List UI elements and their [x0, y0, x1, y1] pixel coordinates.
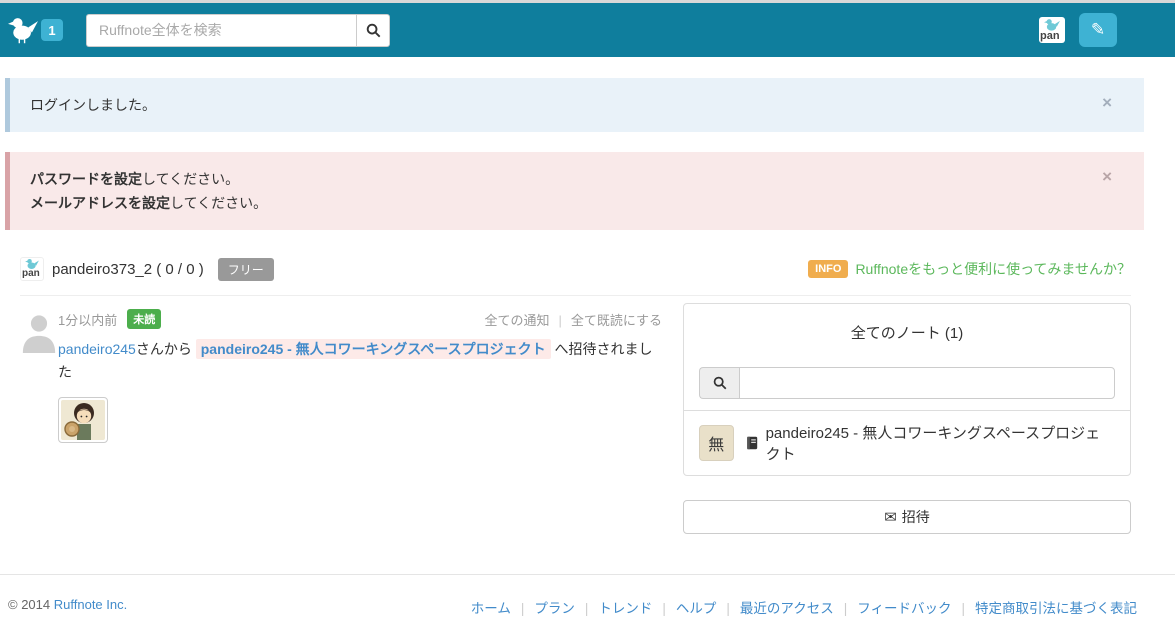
notification-message: pandeiro245さんから pandeiro245 - 無人コワーキングスペ… — [58, 338, 662, 384]
note-list-item[interactable]: 無 pandeiro245 - 無人コワーキングスペースプロジェクト — [684, 410, 1130, 475]
notification-time: 1分以内前 — [58, 312, 118, 328]
user-avatar-small[interactable]: pan — [20, 257, 44, 281]
warning-line: メールアドレスを設定してください。 — [30, 191, 1124, 215]
copyright: © 2014 Ruffnote Inc. — [8, 597, 127, 612]
warning-line-rest: してください。 — [142, 171, 240, 187]
mark-all-read-link[interactable]: 全て既読にする — [571, 313, 662, 328]
pandeiro-avatar-illustration — [61, 400, 105, 440]
user-bar-right: INFO Ruffnoteをもっと便利に使ってみませんか？ — [808, 259, 1131, 279]
notes-search — [699, 367, 1115, 399]
login-alert-text: ログインしました。 — [30, 97, 156, 113]
invited-note-link[interactable]: pandeiro245 - 無人コワーキングスペースプロジェクト — [195, 339, 551, 359]
company-link[interactable]: Ruffnote Inc. — [54, 597, 127, 612]
invite-button[interactable]: ✉ 招待 — [683, 500, 1131, 534]
footer-link-plan[interactable]: プラン — [534, 601, 575, 616]
message-middle: さんから — [135, 341, 196, 357]
notes-search-input[interactable] — [739, 367, 1115, 399]
notification-meta-left: 1分以内前 未読 — [58, 309, 162, 329]
warning-line: パスワードを設定してください。 — [30, 167, 1124, 191]
copyright-text: © 2014 — [8, 597, 51, 612]
sender-avatar-image[interactable] — [58, 397, 108, 443]
footer-links: ホーム | プラン | トレンド | ヘルプ | 最近のアクセス | フィードバック | 特定商取引法に… — [471, 597, 1137, 617]
user-avatar[interactable]: pan — [1039, 17, 1065, 43]
global-search-input[interactable] — [86, 13, 356, 47]
plan-badge: フリー — [217, 257, 274, 281]
unread-badge: 未読 — [127, 309, 162, 329]
promo-link[interactable]: Ruffnoteをもっと便利に使ってみませんか？ — [855, 259, 1131, 279]
settings-warning-alert: パスワードを設定してください。 メールアドレスを設定してください。 × — [5, 152, 1144, 230]
notification-meta-links: 全ての通知 | 全て既読にする — [484, 310, 662, 329]
separator: | — [520, 601, 525, 616]
note-title: pandeiro245 - 無人コワーキングスペースプロジェクト — [765, 425, 1101, 463]
person-silhouette-icon — [22, 315, 56, 353]
separator: | — [726, 601, 730, 616]
notification-count-badge[interactable]: 1 — [41, 19, 63, 41]
search-icon — [713, 376, 726, 390]
main-container: pan pandeiro373_2 ( 0 / 0 ) フリー INFO Ruf… — [20, 230, 1131, 534]
info-badge: INFO — [808, 260, 849, 278]
notification-meta-row: 1分以内前 未読 全ての通知 | 全て既読にする — [58, 309, 662, 329]
notes-panel: 全てのノート (1) 無 pandeiro245 - 無人コワーキングスペースプ… — [683, 303, 1131, 476]
notification-body: 1分以内前 未読 全ての通知 | 全て既読にする pandeiro245さんから p… — [58, 303, 662, 445]
notification-avatar — [20, 303, 58, 445]
separator: | — [584, 601, 589, 616]
login-success-alert: ログインしました。 × — [5, 78, 1144, 132]
topbar-left: 1 — [0, 13, 390, 47]
footer-link-recent-access[interactable]: 最近のアクセス — [740, 601, 834, 616]
invite-button-label: 招待 — [901, 509, 930, 525]
notes-column: 全てのノート (1) 無 pandeiro245 - 無人コワーキングスペースプ… — [683, 303, 1131, 534]
page: 1 pan — [0, 0, 1175, 635]
notification-item: 1分以内前 未読 全ての通知 | 全て既読にする pandeiro245さんから p… — [20, 303, 662, 445]
global-search-button[interactable] — [356, 13, 390, 47]
content-columns: 1分以内前 未読 全ての通知 | 全て既読にする pandeiro245さんから p… — [20, 303, 1131, 534]
note-thumbnail: 無 — [699, 425, 734, 461]
top-navbar: 1 pan — [0, 3, 1175, 57]
user-bar: pan pandeiro373_2 ( 0 / 0 ) フリー INFO Ruf… — [20, 230, 1131, 296]
search-icon — [366, 23, 380, 37]
notes-panel-title: 全てのノート (1) — [850, 325, 964, 342]
notes-search-addon — [699, 367, 739, 399]
notifications-column: 1分以内前 未読 全ての通知 | 全て既読にする pandeiro245さんから p… — [20, 303, 662, 534]
close-icon[interactable]: × — [1102, 91, 1112, 115]
sender-link[interactable]: pandeiro245 — [58, 341, 136, 357]
footer-link-feedback[interactable]: フィードバック — [857, 601, 951, 616]
avatar-label: pan — [22, 268, 40, 279]
footer-link-home[interactable]: ホーム — [471, 601, 511, 616]
topbar-right: pan ✎ — [1039, 13, 1117, 47]
notebook-icon — [745, 436, 759, 450]
ruffnote-bird-logo-icon[interactable] — [8, 15, 38, 45]
warning-line-bold: メールアドレスを設定 — [30, 195, 170, 211]
global-search — [86, 13, 390, 47]
footer-link-legal[interactable]: 特定商取引法に基づく表記 — [975, 601, 1137, 616]
envelope-icon: ✉ — [884, 509, 897, 526]
new-note-button[interactable]: ✎ — [1079, 13, 1117, 47]
user-bar-left: pan pandeiro373_2 ( 0 / 0 ) フリー — [20, 257, 274, 281]
avatar-label: pan — [1040, 30, 1060, 42]
footer-link-help[interactable]: ヘルプ — [676, 601, 717, 616]
warning-line-bold: パスワードを設定 — [30, 171, 142, 187]
separator: | — [558, 312, 562, 328]
separator: | — [843, 601, 848, 616]
pencil-icon: ✎ — [1090, 20, 1106, 39]
separator: | — [662, 601, 666, 616]
all-notifications-link[interactable]: 全ての通知 — [484, 313, 549, 328]
separator: | — [961, 601, 965, 616]
footer: © 2014 Ruffnote Inc. ホーム | プラン | トレンド | ヘルプ | 最近… — [0, 574, 1175, 617]
username: pandeiro373_2 ( 0 / 0 ) — [52, 260, 204, 278]
warning-line-rest: してください。 — [170, 195, 268, 211]
footer-link-trend[interactable]: トレンド — [598, 601, 652, 616]
close-icon[interactable]: × — [1102, 165, 1112, 189]
